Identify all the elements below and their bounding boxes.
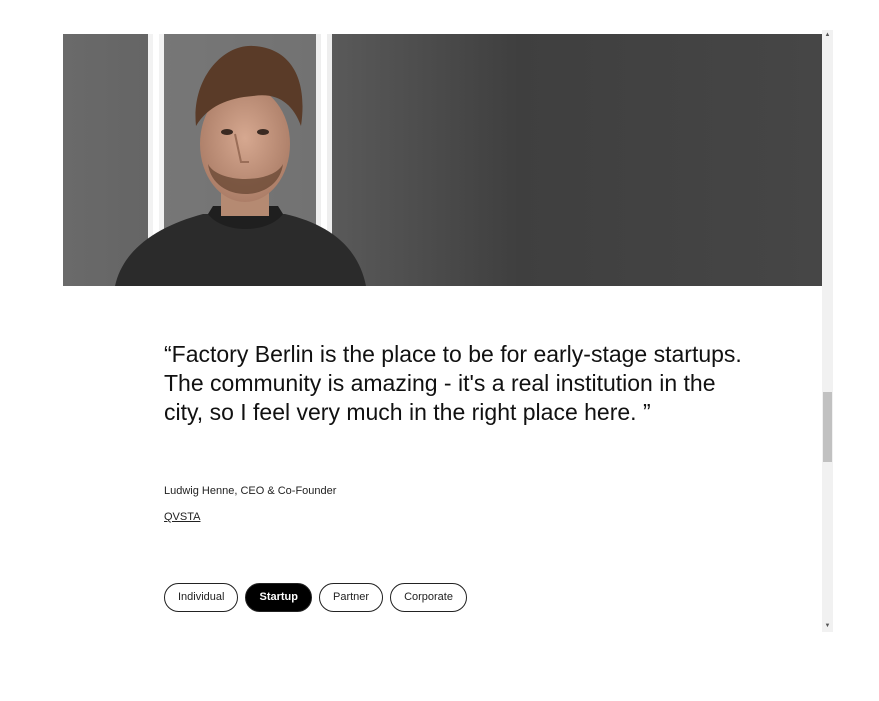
testimonial-quote: “Factory Berlin is the place to be for e… <box>164 341 742 425</box>
portrait-illustration <box>63 34 822 286</box>
audience-filter-tabs: Individual Startup Partner Corporate <box>164 583 467 612</box>
tab-corporate[interactable]: Corporate <box>390 583 467 612</box>
testimonial-attribution: Ludwig Henne, CEO & Co-Founder <box>164 485 337 497</box>
portrait-photo <box>63 34 822 286</box>
tab-individual[interactable]: Individual <box>164 583 239 612</box>
company-link[interactable]: QVSTA <box>164 511 200 523</box>
tab-partner[interactable]: Partner <box>318 583 384 612</box>
vertical-scrollbar[interactable]: ▲ ▼ <box>822 30 833 632</box>
scroll-thumb[interactable] <box>823 392 832 462</box>
tab-startup[interactable]: Startup <box>245 583 312 612</box>
scroll-up-arrow-icon[interactable]: ▲ <box>822 30 833 41</box>
testimonial-section: “Factory Berlin is the place to be for e… <box>63 30 833 632</box>
scroll-down-arrow-icon[interactable]: ▼ <box>822 621 833 632</box>
